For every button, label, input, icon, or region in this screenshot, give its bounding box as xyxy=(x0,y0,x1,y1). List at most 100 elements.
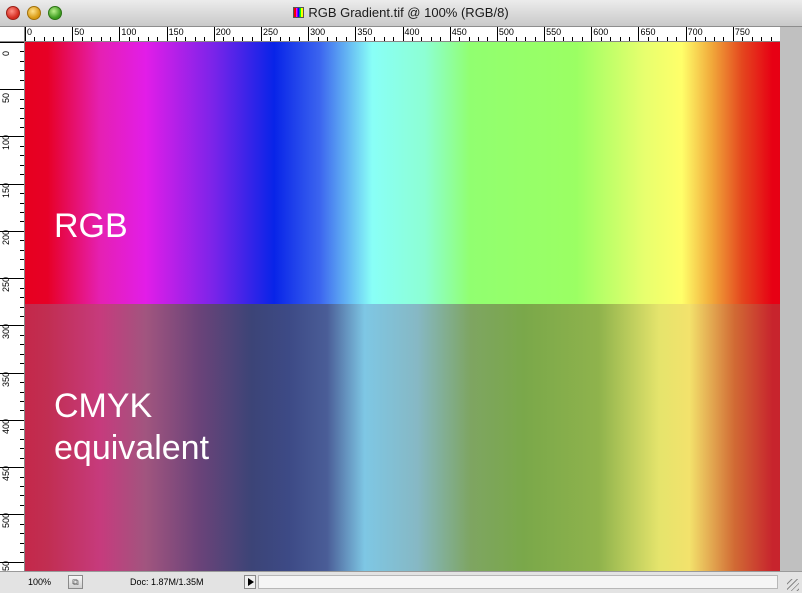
ruler-tick xyxy=(109,37,111,41)
vertical-ruler[interactable]: 0 50 100 150 200 250 300 350 400 450 500 550 xyxy=(0,42,25,571)
ruler-tick xyxy=(562,37,564,41)
ruler-tick xyxy=(20,212,24,214)
ruler-tick xyxy=(751,37,753,41)
ruler-tick xyxy=(62,37,64,41)
ruler-tick xyxy=(600,37,602,41)
ruler-tick xyxy=(610,37,612,41)
ruler-tick xyxy=(666,37,668,41)
ruler-label: 700 xyxy=(687,27,703,37)
ruler-tick xyxy=(459,37,461,41)
cmyk-gradient-band: CMYK equivalent xyxy=(25,304,780,571)
ruler-tick xyxy=(53,37,55,41)
ruler-tick xyxy=(223,37,225,41)
ruler-tick xyxy=(20,542,24,544)
ruler-tick xyxy=(20,145,24,147)
ruler-tick xyxy=(138,37,140,41)
ruler-tick xyxy=(147,37,149,41)
ruler-tick xyxy=(0,89,24,91)
ruler-tick xyxy=(761,37,763,41)
ruler-tick xyxy=(270,37,272,41)
ruler-tick xyxy=(534,37,536,41)
ruler-tick xyxy=(119,27,121,41)
ruler-tick xyxy=(525,37,527,41)
ruler-tick xyxy=(402,27,404,41)
ruler-label: 200 xyxy=(1,229,11,245)
ruler-tick xyxy=(591,27,593,41)
rgb-label: RGB xyxy=(54,207,128,245)
horizontal-scrollbar[interactable] xyxy=(258,575,778,589)
ruler-tick xyxy=(20,127,24,129)
ruler-tick xyxy=(157,37,159,41)
ruler-tick xyxy=(421,37,423,41)
ruler-tick xyxy=(572,37,574,41)
ruler-tick xyxy=(364,37,366,41)
ruler-tick xyxy=(506,37,508,41)
ruler-label: 450 xyxy=(1,466,11,482)
ruler-label: 150 xyxy=(168,27,184,37)
horizontal-ruler[interactable]: 0 50 100 150 200 250 300 350 400 450 500 550 600 650 7… xyxy=(25,27,780,42)
zoom-level[interactable]: 100% xyxy=(28,577,51,587)
ruler-label: 450 xyxy=(451,27,467,37)
resize-grip-icon[interactable] xyxy=(787,579,799,591)
ruler-tick xyxy=(411,37,413,41)
ruler-tick xyxy=(20,193,24,195)
ruler-tick xyxy=(20,429,24,431)
ruler-tick xyxy=(20,533,24,535)
ruler-tick xyxy=(20,485,24,487)
ruler-tick xyxy=(695,37,697,41)
ruler-tick xyxy=(20,448,24,450)
ruler-tick xyxy=(732,27,734,41)
ruler-tick xyxy=(20,353,24,355)
image-canvas[interactable]: RGB CMYK equivalent xyxy=(25,42,780,571)
ruler-tick xyxy=(496,27,498,41)
ruler-tick xyxy=(544,27,546,41)
ruler-tick xyxy=(553,37,555,41)
ruler-tick xyxy=(638,27,640,41)
cmyk-label-line1: CMYK xyxy=(54,387,153,425)
ruler-tick xyxy=(251,37,253,41)
ruler-tick xyxy=(34,37,36,41)
ruler-tick xyxy=(657,37,659,41)
ruler-label: 350 xyxy=(1,371,11,387)
window-title: RGB Gradient.tif @ 100% (RGB/8) xyxy=(0,5,802,20)
ruler-tick xyxy=(685,27,687,41)
ruler-tick xyxy=(72,27,74,41)
ruler-tick xyxy=(20,552,24,554)
ruler-label: 300 xyxy=(1,324,11,340)
ruler-label: 50 xyxy=(74,27,85,37)
ruler-tick xyxy=(20,240,24,242)
ruler-tick xyxy=(20,287,24,289)
ruler-tick xyxy=(355,27,357,41)
ruler-tick xyxy=(20,306,24,308)
ruler-tick xyxy=(20,334,24,336)
triangle-right-icon[interactable] xyxy=(244,575,256,589)
ruler-tick xyxy=(20,51,24,53)
cmyk-label-line2: equivalent xyxy=(54,429,210,467)
ruler-tick xyxy=(20,297,24,299)
ruler-label: 550 xyxy=(1,560,11,571)
ruler-tick xyxy=(770,37,772,41)
ruler-tick xyxy=(20,79,24,81)
ruler-tick xyxy=(20,504,24,506)
ruler-tick xyxy=(393,37,395,41)
ruler-label: 0 xyxy=(27,27,33,37)
ruler-tick xyxy=(20,268,24,270)
ruler-tick xyxy=(629,37,630,41)
ruler-tick xyxy=(723,37,725,41)
ruler-tick xyxy=(20,174,24,176)
status-info-icon[interactable]: ⧉ xyxy=(68,575,83,589)
ruler-label: 400 xyxy=(404,27,420,37)
ruler-tick xyxy=(647,37,649,41)
ruler-origin[interactable] xyxy=(0,27,25,42)
ruler-tick xyxy=(279,37,281,41)
document-icon xyxy=(293,7,305,18)
ruler-label: 250 xyxy=(262,27,278,37)
ruler-tick xyxy=(100,37,102,41)
ruler-tick xyxy=(213,27,215,41)
ruler-tick xyxy=(43,37,45,41)
ruler-tick xyxy=(20,70,24,72)
ruler-tick xyxy=(317,37,319,41)
ruler-label: 250 xyxy=(1,277,11,293)
ruler-tick xyxy=(468,37,470,41)
ruler-tick xyxy=(20,438,24,440)
